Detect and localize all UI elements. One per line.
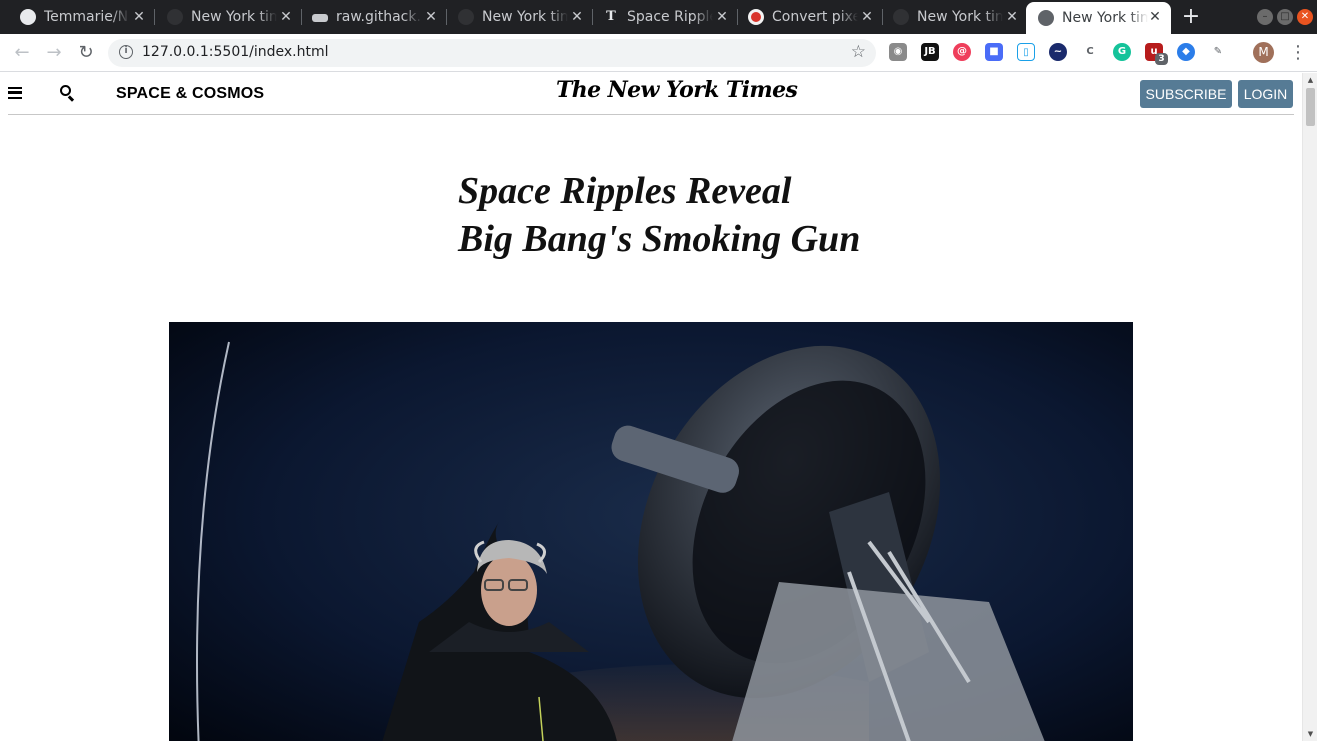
forward-icon[interactable]: → [43,42,65,64]
tab-title: New York tim [1062,10,1148,26]
extension-badge: 3 [1155,53,1168,65]
telescope-photo [169,322,1133,741]
browser-tab[interactable]: New York tim ✕ [438,0,593,34]
headline-line-1: Space Ripples Reveal [458,170,792,212]
section-label[interactable]: SPACE & COSMOS [116,85,264,103]
converter-icon [748,9,764,25]
scroll-down-icon[interactable]: ▼ [1306,730,1315,738]
new-tab-icon[interactable]: + [1181,6,1201,28]
tab-title: New York tim [482,9,568,25]
site-info-icon[interactable]: i [119,45,133,59]
close-tab-icon[interactable]: ✕ [1004,9,1020,25]
maximize-icon[interactable]: □ [1277,9,1293,25]
browser-tab[interactable]: T Space Ripple ✕ [583,0,738,34]
tab-title: New York tim [917,9,1003,25]
headline-line-2: Big Bang's Smoking Gun [458,218,861,260]
tab-title: Temmarie/N [44,9,129,25]
subscribe-button[interactable]: SUBSCRIBE [1140,80,1232,108]
browser-toolbar: ← → ↻ i 127.0.0.1:5501/index.html ☆ ◉ JB… [0,34,1317,72]
browser-tab-active[interactable]: New York tim ✕ [1026,2,1171,34]
login-button[interactable]: LOGIN [1238,80,1293,108]
article-headline: Space Ripples Reveal Big Bang's Smoking … [458,167,978,263]
zoom-extension-icon[interactable]: ■ [985,43,1003,61]
reader-extension-icon[interactable]: C [1081,43,1099,61]
jetbrains-extension-icon[interactable]: JB [921,43,939,61]
camera-extension-icon[interactable]: ◉ [889,43,907,61]
reload-icon[interactable]: ↻ [75,42,97,64]
tab-title: New York tim [191,9,277,25]
bookmark-star-icon[interactable]: ☆ [851,42,866,62]
tab-title: Space Ripple [627,9,713,25]
githack-icon [312,14,328,22]
search-icon-handle [68,95,75,102]
header-divider [8,114,1294,115]
wave-extension-icon[interactable]: ~ [1049,43,1067,61]
browser-tab[interactable]: New York tim ✕ [147,0,302,34]
tab-title: raw.githack. [336,9,421,25]
pen-extension-icon[interactable]: ✎ [1209,43,1227,61]
search-icon[interactable] [60,85,76,102]
scroll-up-icon[interactable]: ▲ [1306,76,1315,84]
minimize-icon[interactable]: – [1257,9,1273,25]
page-scrollbar[interactable]: ▲ ▼ [1302,73,1317,741]
spiral-extension-icon[interactable]: @ [953,43,971,61]
diamond-extension-icon[interactable]: ◆ [1177,43,1195,61]
grammarly-extension-icon[interactable]: G [1113,43,1131,61]
close-tab-icon[interactable]: ✕ [131,9,147,25]
github-icon [167,9,183,25]
profile-avatar[interactable]: M [1253,42,1274,63]
browser-tab[interactable]: New York tim ✕ [873,0,1028,34]
clipboard-extension-icon[interactable]: ▯ [1017,43,1035,61]
browser-tab[interactable]: Temmarie/N ✕ [0,0,155,34]
hamburger-menu-icon[interactable] [8,87,22,99]
article-hero-image [169,322,1133,741]
browser-tab[interactable]: raw.githack. ✕ [292,0,447,34]
close-tab-icon[interactable]: ✕ [423,9,439,25]
close-window-icon[interactable]: ✕ [1297,9,1313,25]
github-icon [893,9,909,25]
github-icon [458,9,474,25]
address-bar[interactable]: i 127.0.0.1:5501/index.html ☆ [108,39,876,67]
tab-title: Convert pixe [772,9,858,25]
close-tab-icon[interactable]: ✕ [1147,9,1163,25]
nyt-masthead-logo[interactable]: The New York Times [556,77,798,103]
site-header: SPACE & COSMOS The New York Times SUBSCR… [0,73,1302,115]
browser-menu-icon[interactable]: ⋮ [1289,42,1307,64]
web-page: SPACE & COSMOS The New York Times SUBSCR… [0,73,1302,741]
nyt-icon: T [603,9,619,25]
globe-icon [1038,10,1054,26]
github-icon [20,9,36,25]
back-icon[interactable]: ← [11,42,33,64]
address-url[interactable]: 127.0.0.1:5501/index.html [142,44,329,60]
browser-tab[interactable]: Convert pixe ✕ [728,0,883,34]
browser-tab-strip: Temmarie/N ✕ New York tim ✕ raw.githack.… [0,0,1317,34]
scrollbar-thumb[interactable] [1306,88,1315,126]
